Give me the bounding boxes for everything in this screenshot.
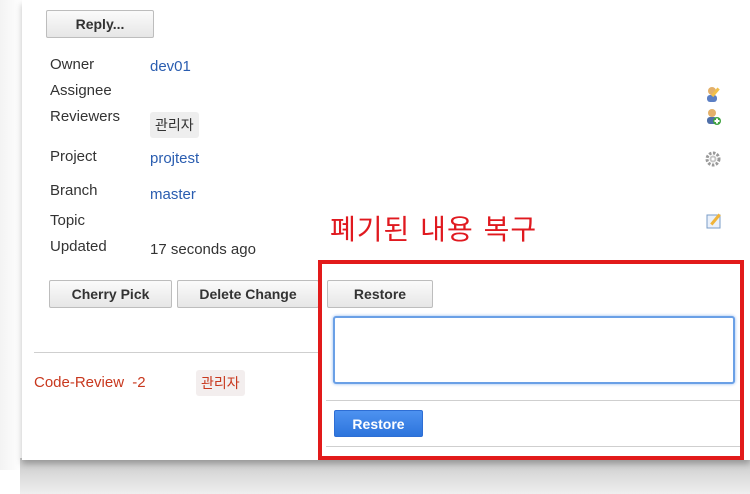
project-settings-gear-icon[interactable] <box>704 150 722 168</box>
page: Reply... Owner dev01 Assignee Reviewers … <box>0 0 750 494</box>
cherry-pick-button[interactable]: Cherry Pick <box>49 280 172 308</box>
topic-label: Topic <box>50 212 86 229</box>
project-link[interactable]: projtest <box>150 150 199 167</box>
owner-link[interactable]: dev01 <box>150 58 191 75</box>
page-shadow <box>0 0 22 470</box>
assignee-edit-icon[interactable] <box>704 85 722 103</box>
reviewer-chip[interactable]: 관리자 <box>150 112 199 138</box>
owner-label: Owner <box>50 56 95 73</box>
updated-label: Updated <box>50 238 107 255</box>
reviewers-label: Reviewers <box>50 108 121 125</box>
updated-value: 17 seconds ago <box>150 241 256 258</box>
reply-button[interactable]: Reply... <box>46 10 154 38</box>
add-reviewer-icon[interactable] <box>704 108 722 126</box>
code-review-label: Code-Review -2 <box>34 374 146 391</box>
divider <box>34 352 318 353</box>
branch-link[interactable]: master <box>150 186 196 203</box>
branch-label: Branch <box>50 182 98 199</box>
code-review-score: -2 <box>132 374 146 391</box>
restore-annotation: 폐기된 내용 복구 <box>330 213 538 246</box>
restore-highlight-box <box>318 260 744 460</box>
code-review-reviewer-chip[interactable]: 관리자 <box>196 370 245 396</box>
assignee-label: Assignee <box>50 82 112 99</box>
project-label: Project <box>50 148 97 165</box>
code-review-name: Code-Review <box>34 374 125 391</box>
page-shadow-bottom <box>20 458 750 494</box>
topic-edit-icon[interactable] <box>706 212 724 230</box>
delete-change-button[interactable]: Delete Change <box>177 280 319 308</box>
